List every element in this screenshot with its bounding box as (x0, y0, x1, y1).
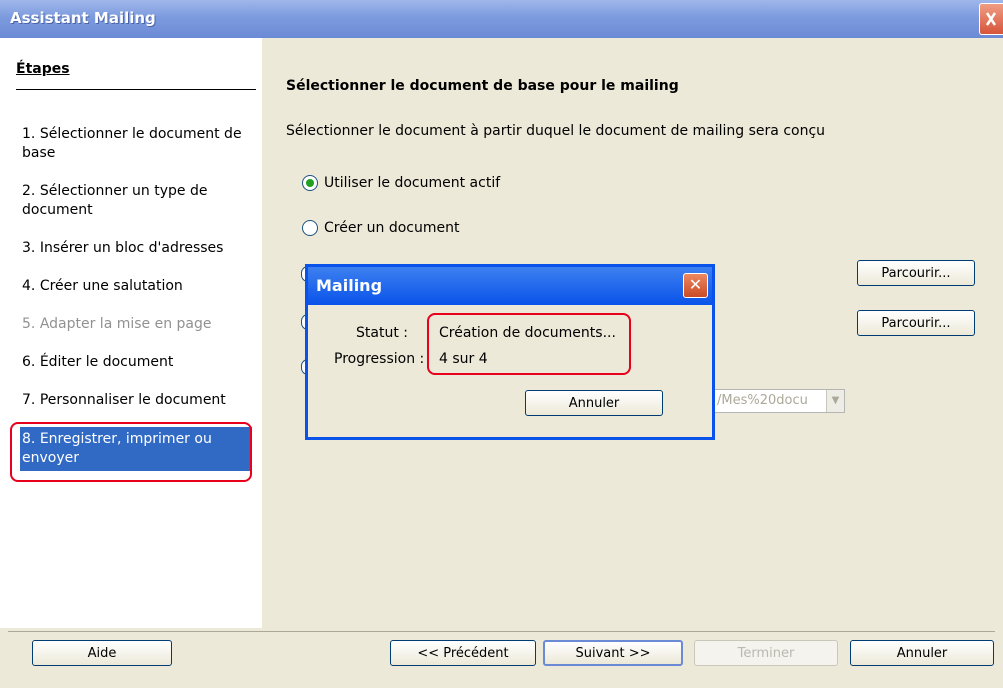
next-button[interactable]: Suivant >> (543, 640, 683, 666)
page-title: Sélectionner le document de base pour le… (286, 78, 679, 94)
step-7[interactable]: 7. Personnaliser le document (22, 391, 250, 410)
dialog-titlebar: Mailing ✕ (308, 267, 712, 305)
dialog-cancel-button[interactable]: Annuler (525, 390, 663, 416)
step-2[interactable]: 2. Sélectionner un type de document (22, 182, 250, 220)
status-label: Statut : (356, 325, 408, 341)
progress-label: Progression : (334, 351, 425, 367)
mailing-progress-dialog: Mailing ✕ Statut : Création de documents… (305, 264, 715, 440)
radio-label: Créer un document (324, 220, 460, 236)
step-3[interactable]: 3. Insérer un bloc d'adresses (22, 239, 250, 258)
radio-use-active-document[interactable]: Utiliser le document actif (302, 175, 500, 191)
step-number: 4. (22, 278, 36, 294)
steps-sidebar: Étapes 1. Sélectionner le document de ba… (8, 49, 256, 622)
combo-value: /Mes%20docu (717, 393, 808, 408)
bottom-separator (8, 631, 995, 632)
dialog-close-button[interactable]: ✕ (683, 273, 708, 298)
radio-label: Utiliser le document actif (324, 175, 501, 191)
steps-separator (16, 89, 256, 90)
previous-button[interactable]: << Précédent (390, 640, 536, 666)
step-label: Personnaliser le document (39, 392, 226, 408)
window-titlebar: Assistant Mailing (0, 0, 1003, 38)
recent-document-combo[interactable]: /Mes%20docu ▼ (712, 389, 845, 413)
radio-checked-icon (302, 175, 318, 191)
step-number: 6. (22, 354, 36, 370)
page-description: Sélectionner le document à partir duquel… (286, 123, 826, 139)
step-number: 1. (22, 126, 36, 142)
chevron-down-icon[interactable]: ▼ (826, 390, 844, 412)
cancel-button[interactable]: Annuler (850, 640, 994, 666)
step-number: 7. (22, 392, 36, 408)
step-label: Sélectionner le document de base (22, 126, 242, 161)
step-label: Adapter la mise en page (39, 316, 212, 332)
close-icon: ✕ (688, 275, 703, 294)
window-title: Assistant Mailing (10, 9, 156, 27)
step-5: 5. Adapter la mise en page (22, 315, 250, 334)
finish-button: Terminer (694, 640, 838, 666)
step-number: 3. (22, 240, 36, 256)
radio-unchecked-icon (302, 220, 318, 236)
step-8-highlight-circle (10, 422, 252, 482)
step-number: 2. (22, 183, 36, 199)
step-label: Sélectionner un type de document (22, 183, 208, 218)
button-bar: Aide << Précédent Suivant >> Terminer An… (0, 628, 1003, 688)
browse-button-1[interactable]: Parcourir... (857, 260, 975, 286)
dialog-title: Mailing (316, 276, 383, 295)
step-4[interactable]: 4. Créer une salutation (22, 277, 250, 296)
step-1[interactable]: 1. Sélectionner le document de base (22, 125, 250, 163)
radio-create-document[interactable]: Créer un document (302, 220, 460, 236)
step-6[interactable]: 6. Éditer le document (22, 353, 250, 372)
status-highlight-circle (427, 313, 631, 375)
step-number: 5. (22, 316, 36, 332)
steps-title: Étapes (16, 61, 70, 77)
browse-button-2[interactable]: Parcourir... (857, 310, 975, 336)
step-label: Créer une salutation (39, 278, 183, 294)
close-icon (985, 12, 997, 26)
window-close-button[interactable] (979, 3, 1003, 35)
step-label: Éditer le document (39, 354, 174, 370)
step-label: Insérer un bloc d'adresses (39, 240, 224, 256)
help-button[interactable]: Aide (32, 640, 172, 666)
